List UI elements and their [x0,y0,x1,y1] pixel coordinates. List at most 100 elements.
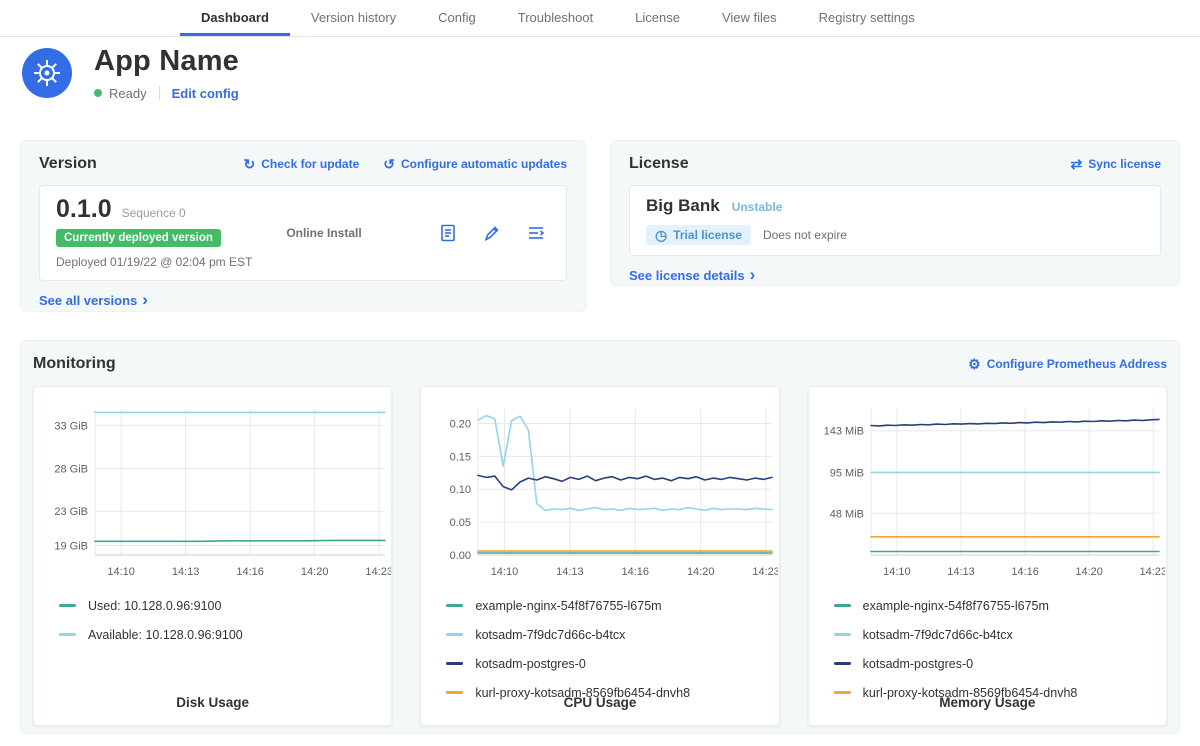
legend-item: kotsadm-7f9dc7d66c-b4tcx [834,620,1166,649]
cpu-usage-chart-title: CPU Usage [421,695,778,710]
tab-config[interactable]: Config [417,0,497,36]
legend-item: kotsadm-postgres-0 [834,649,1166,678]
page-title: App Name [94,46,239,78]
divider [159,86,160,100]
sync-license-link[interactable]: ⇄ Sync license [1071,157,1161,171]
kubernetes-wheel-icon [31,57,63,89]
see-license-details-link[interactable]: See license details › [629,268,755,283]
license-meta-row: ◷ Trial license Does not expire [646,225,1144,245]
svg-text:28 GiB: 28 GiB [54,463,88,475]
version-card: Version ↻ Check for update ↺ Configure a… [20,140,586,312]
cpu-usage-legend: example-nginx-54f8f76755-l675m kotsadm-7f… [446,591,778,707]
cpu-usage-plot: 0.00 0.05 0.10 0.15 0.20 14:10 14:13 14:16 14:20… [422,397,778,583]
svg-text:14:20: 14:20 [687,566,715,578]
see-all-versions-link[interactable]: See all versions › [39,293,148,308]
legend-label: kotsadm-postgres-0 [863,657,973,671]
legend-color-dash [446,604,463,607]
svg-text:14:10: 14:10 [883,566,911,578]
kubernetes-logo [22,48,72,98]
legend-label: kotsadm-7f9dc7d66c-b4tcx [863,628,1013,642]
gear-icon: ⚙ [968,357,981,371]
legend-color-dash [834,691,851,694]
legend-item: example-nginx-54f8f76755-l675m [446,591,778,620]
memory-usage-chart-card: 48 MiB95 MiB143 MiB14:1014:1314:1614:201… [808,386,1167,726]
configure-prometheus-link[interactable]: ⚙ Configure Prometheus Address [968,357,1167,371]
tab-registry-settings[interactable]: Registry settings [798,0,936,36]
svg-text:0.15: 0.15 [450,451,471,463]
check-for-update-link[interactable]: ↻ Check for update [244,157,360,171]
edit-config-link[interactable]: Edit config [172,86,239,101]
monitoring-header: Monitoring ⚙ Configure Prometheus Addres… [33,355,1167,373]
svg-text:14:16: 14:16 [236,566,264,578]
tab-troubleshoot[interactable]: Troubleshoot [497,0,614,36]
svg-text:0.00: 0.00 [450,550,471,562]
sync-license-label: Sync license [1088,157,1161,171]
version-action-icons [438,223,550,243]
chart-canvas: 0.00 0.05 0.10 0.15 0.20 14:10 14:13 14:16 14:20… [422,397,778,583]
svg-text:14:10: 14:10 [491,566,519,578]
legend-color-dash [446,691,463,694]
svg-text:0.10: 0.10 [450,484,471,496]
app-header: App Name Ready Edit config [22,46,239,101]
version-card-title: Version [39,155,97,173]
legend-color-dash [834,662,851,665]
see-all-versions-label: See all versions [39,293,137,308]
svg-text:0.05: 0.05 [450,517,471,529]
refresh-icon: ↻ [244,157,256,171]
status-text: Ready [109,86,147,101]
svg-text:14:23: 14:23 [365,566,391,578]
license-card-header: License ⇄ Sync license [629,155,1161,173]
svg-text:48 MiB: 48 MiB [830,508,864,520]
sequence-label: Sequence 0 [122,206,186,220]
svg-text:14:20: 14:20 [1076,566,1104,578]
svg-text:14:10: 14:10 [107,566,135,578]
tab-version-history[interactable]: Version history [290,0,417,36]
svg-text:33 GiB: 33 GiB [54,420,88,432]
tab-license[interactable]: License [614,0,701,36]
legend-label: Available: 10.128.0.96:9100 [88,628,243,642]
status-dot [94,89,102,97]
svg-text:14:13: 14:13 [948,566,976,578]
legend-color-dash [834,633,851,636]
svg-text:19 GiB: 19 GiB [54,541,88,553]
svg-text:14:23: 14:23 [1140,566,1166,578]
legend-label: kotsadm-7f9dc7d66c-b4tcx [475,628,625,642]
release-notes-icon[interactable] [438,223,458,243]
deploy-logs-icon[interactable] [526,223,546,243]
app-status-row: Ready Edit config [94,86,239,101]
legend-label: example-nginx-54f8f76755-l675m [863,599,1049,613]
legend-item: Used: 10.128.0.96:9100 [59,591,391,620]
svg-text:14:13: 14:13 [556,566,584,578]
legend-label: Used: 10.128.0.96:9100 [88,599,221,613]
sync-icon: ⇄ [1071,157,1083,171]
current-version-info: 0.1.0 Sequence 0 Currently deployed vers… [56,197,252,269]
deployed-badge: Currently deployed version [56,229,221,247]
trial-license-badge: ◷ Trial license [646,225,751,245]
legend-item: kotsadm-7f9dc7d66c-b4tcx [446,620,778,649]
license-details-box: Big Bank Unstable ◷ Trial license Does n… [629,185,1161,256]
configure-automatic-updates-link[interactable]: ↺ Configure automatic updates [383,157,567,171]
configure-automatic-updates-label: Configure automatic updates [401,157,567,171]
current-version-box: 0.1.0 Sequence 0 Currently deployed vers… [39,185,567,281]
disk-usage-chart-card: 19 GiB23 GiB28 GiB33 GiB14:1014:1314:161… [33,386,392,726]
legend-label: example-nginx-54f8f76755-l675m [475,599,661,613]
svg-text:23 GiB: 23 GiB [54,506,88,518]
legend-color-dash [446,633,463,636]
chevron-right-icon: › [142,291,148,308]
channel-label: Unstable [732,200,783,214]
svg-text:14:20: 14:20 [301,566,329,578]
chart-canvas: 48 MiB95 MiB143 MiB14:1014:1314:1614:201… [809,397,1165,583]
edit-config-values-icon[interactable] [482,223,502,243]
svg-text:14:16: 14:16 [622,566,650,578]
svg-text:0.20: 0.20 [450,418,471,430]
svg-text:143 MiB: 143 MiB [824,426,864,438]
legend-color-dash [59,604,76,607]
license-card: License ⇄ Sync license Big Bank Unstable… [610,140,1180,286]
tab-view-files[interactable]: View files [701,0,798,36]
chevron-right-icon: › [750,266,756,283]
trial-license-label: Trial license [673,228,742,242]
svg-text:14:23: 14:23 [752,566,778,578]
deployed-timestamp: Deployed 01/19/22 @ 02:04 pm EST [56,255,252,269]
chart-canvas: 19 GiB23 GiB28 GiB33 GiB14:1014:1314:161… [35,397,391,583]
tab-dashboard[interactable]: Dashboard [180,0,290,36]
